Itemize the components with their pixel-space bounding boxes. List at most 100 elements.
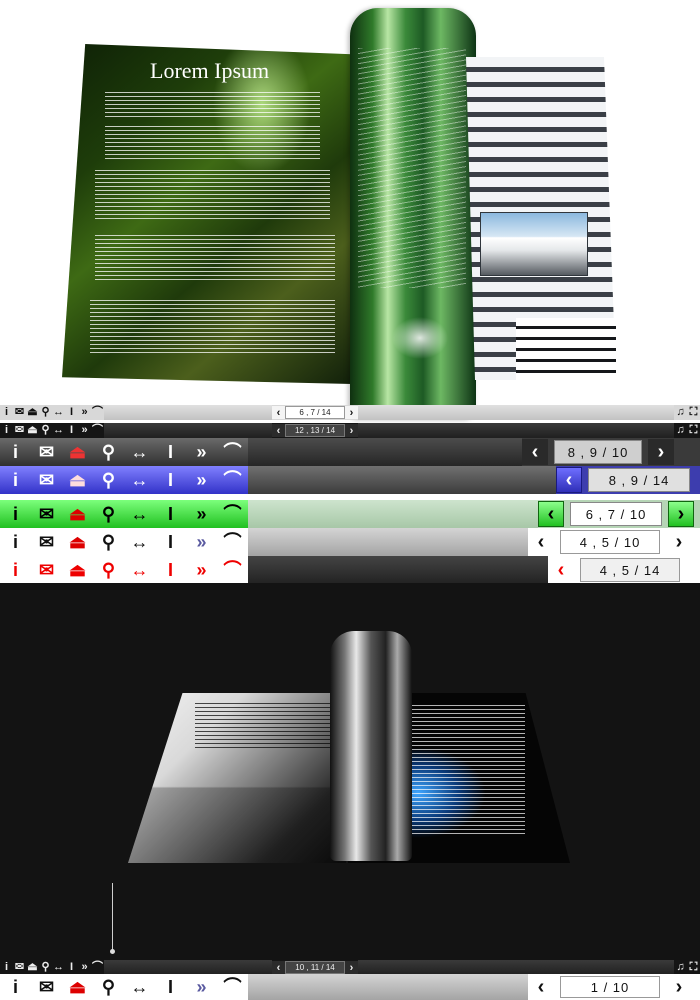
- next-page-button[interactable]: ›: [666, 529, 692, 555]
- prev-page-button[interactable]: ‹: [522, 439, 548, 465]
- info-icon[interactable]: i: [0, 405, 13, 420]
- prev-page-button[interactable]: ‹: [272, 961, 285, 974]
- info-icon[interactable]: i: [0, 438, 31, 466]
- pdf-icon[interactable]: ⏏: [62, 438, 93, 466]
- page-curl-icon[interactable]: ⌒: [217, 438, 248, 466]
- zoom-icon[interactable]: ⚲: [93, 466, 124, 494]
- info-icon[interactable]: i: [0, 960, 13, 975]
- prev-page-button[interactable]: ‹: [272, 424, 285, 437]
- text-icon[interactable]: I: [155, 500, 186, 528]
- page-curl-icon[interactable]: ⌒: [91, 423, 104, 438]
- text-icon[interactable]: I: [65, 960, 78, 975]
- page-curl-icon[interactable]: ⌒: [217, 466, 248, 494]
- prev-page-button[interactable]: ‹: [538, 501, 564, 527]
- fast-forward-icon[interactable]: »: [186, 438, 217, 466]
- fast-forward-icon[interactable]: »: [186, 974, 217, 1000]
- next-page-button[interactable]: ›: [668, 501, 694, 527]
- mail-icon[interactable]: ✉: [31, 466, 62, 494]
- zoom-icon[interactable]: ⚲: [93, 974, 124, 1000]
- fullscreen-icon[interactable]: ⛶: [687, 960, 700, 975]
- zoom-icon[interactable]: ⚲: [93, 528, 124, 556]
- pdf-icon[interactable]: ⏏: [62, 528, 93, 556]
- pdf-icon[interactable]: ⏏: [26, 405, 39, 420]
- info-icon[interactable]: i: [0, 423, 13, 438]
- text-icon[interactable]: I: [65, 405, 78, 420]
- text-icon[interactable]: I: [155, 974, 186, 1000]
- prev-page-button[interactable]: ‹: [528, 974, 554, 1000]
- pdf-icon[interactable]: ⏏: [62, 974, 93, 1000]
- page-curl-icon[interactable]: ⌒: [91, 405, 104, 420]
- mail-icon[interactable]: ✉: [31, 438, 62, 466]
- fit-width-icon[interactable]: ↔: [124, 556, 155, 584]
- zoom-icon[interactable]: ⚲: [39, 960, 52, 975]
- fit-width-icon[interactable]: ↔: [124, 500, 155, 528]
- pdf-icon[interactable]: ⏏: [62, 556, 93, 584]
- toolbar-track: [248, 466, 556, 494]
- fast-forward-icon[interactable]: »: [186, 500, 217, 528]
- headphones-icon[interactable]: ♫: [674, 423, 687, 438]
- toolbar-track: [248, 528, 528, 556]
- pdf-icon[interactable]: ⏏: [26, 960, 39, 975]
- mail-icon[interactable]: ✉: [13, 423, 26, 438]
- mail-icon[interactable]: ✉: [13, 405, 26, 420]
- fullscreen-icon[interactable]: ⛶: [687, 405, 700, 420]
- fit-width-icon[interactable]: ↔: [124, 528, 155, 556]
- fit-width-icon[interactable]: ↔: [124, 974, 155, 1000]
- next-page-button[interactable]: ›: [666, 974, 692, 1000]
- fit-width-icon[interactable]: ↔: [52, 960, 65, 975]
- cursor-dot: [110, 949, 115, 954]
- text-icon[interactable]: I: [155, 528, 186, 556]
- zoom-icon[interactable]: ⚲: [93, 500, 124, 528]
- pdf-icon[interactable]: ⏏: [26, 423, 39, 438]
- prev-page-button[interactable]: ‹: [556, 467, 582, 493]
- fit-width-icon[interactable]: ↔: [124, 466, 155, 494]
- mail-icon[interactable]: ✉: [31, 556, 62, 584]
- prev-page-button[interactable]: ‹: [272, 406, 285, 419]
- next-page-button[interactable]: ›: [345, 961, 358, 974]
- text-icon[interactable]: I: [155, 466, 186, 494]
- fit-width-icon[interactable]: ↔: [52, 405, 65, 420]
- zoom-icon[interactable]: ⚲: [39, 405, 52, 420]
- page-curl-roll[interactable]: [350, 8, 476, 420]
- prev-page-button[interactable]: ‹: [548, 557, 574, 583]
- info-icon[interactable]: i: [0, 528, 31, 556]
- mail-icon[interactable]: ✉: [13, 960, 26, 975]
- pdf-icon[interactable]: ⏏: [62, 466, 93, 494]
- next-page-button[interactable]: ›: [345, 424, 358, 437]
- page-curl-roll[interactable]: [330, 631, 412, 861]
- next-page-button[interactable]: ›: [648, 439, 674, 465]
- headphones-icon[interactable]: ♫: [674, 960, 687, 975]
- prev-page-button[interactable]: ‹: [528, 529, 554, 555]
- fit-width-icon[interactable]: ↔: [124, 438, 155, 466]
- info-icon[interactable]: i: [0, 466, 31, 494]
- text-icon[interactable]: I: [65, 423, 78, 438]
- info-icon[interactable]: i: [0, 500, 31, 528]
- zoom-icon[interactable]: ⚲: [93, 438, 124, 466]
- zoom-icon[interactable]: ⚲: [93, 556, 124, 584]
- fast-forward-icon[interactable]: »: [78, 423, 91, 438]
- headphones-icon[interactable]: ♫: [674, 405, 687, 420]
- fast-forward-icon[interactable]: »: [78, 405, 91, 420]
- page-curl-icon[interactable]: ⌒: [217, 974, 248, 1000]
- fullscreen-icon[interactable]: ⛶: [687, 423, 700, 438]
- next-page-button[interactable]: ›: [345, 406, 358, 419]
- fit-width-icon[interactable]: ↔: [52, 423, 65, 438]
- page-curl-icon[interactable]: ⌒: [217, 528, 248, 556]
- zoom-icon[interactable]: ⚲: [39, 423, 52, 438]
- fast-forward-icon[interactable]: »: [186, 528, 217, 556]
- page-curl-icon[interactable]: ⌒: [217, 556, 248, 584]
- page-curl-icon[interactable]: ⌒: [91, 960, 104, 975]
- info-icon[interactable]: i: [0, 974, 31, 1000]
- toolbar-track: [104, 405, 272, 420]
- fast-forward-icon[interactable]: »: [78, 960, 91, 975]
- fast-forward-icon[interactable]: »: [186, 466, 217, 494]
- info-icon[interactable]: i: [0, 556, 31, 584]
- pdf-icon[interactable]: ⏏: [62, 500, 93, 528]
- text-icon[interactable]: I: [155, 556, 186, 584]
- page-curl-icon[interactable]: ⌒: [217, 500, 248, 528]
- mail-icon[interactable]: ✉: [31, 974, 62, 1000]
- fast-forward-icon[interactable]: »: [186, 556, 217, 584]
- mail-icon[interactable]: ✉: [31, 528, 62, 556]
- mail-icon[interactable]: ✉: [31, 500, 62, 528]
- text-icon[interactable]: I: [155, 438, 186, 466]
